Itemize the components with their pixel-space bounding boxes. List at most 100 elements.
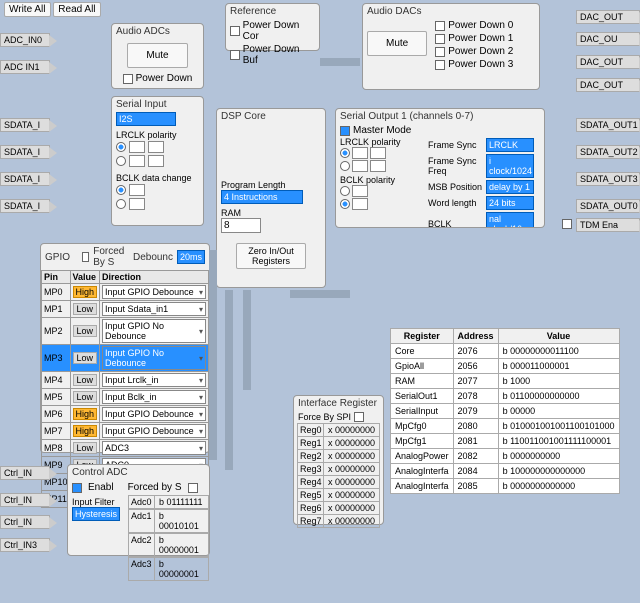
power-down-buf-label: Power Down Buf bbox=[243, 44, 315, 66]
register-table-cell: b 1000 bbox=[498, 374, 619, 389]
io-pin-right: DAC_OUT bbox=[576, 10, 640, 24]
dac-pd2-checkbox[interactable] bbox=[435, 47, 445, 57]
serial-output-title: Serial Output 1 (channels 0-7) bbox=[336, 109, 544, 124]
debounce-label: Debounc bbox=[133, 252, 173, 263]
reg-name: Reg5 bbox=[298, 489, 324, 501]
msb-select[interactable]: delay by 1 bbox=[486, 180, 534, 194]
bclk-radio1[interactable] bbox=[116, 185, 126, 195]
read-all-button[interactable]: Read All bbox=[53, 2, 100, 17]
control-adc-title: Control ADC bbox=[68, 465, 209, 480]
serial-input-title: Serial Input bbox=[112, 97, 203, 112]
reference-panel: Reference Power Down Cor Power Down Buf bbox=[225, 3, 320, 51]
gpio-pin-cell: MP5 bbox=[42, 389, 71, 406]
register-table-cell: GpioAll bbox=[391, 359, 454, 374]
so-lrclk-radio2[interactable] bbox=[340, 161, 350, 171]
lrclk-radio1[interactable] bbox=[116, 142, 126, 152]
register-table-cell: b 100000000000000 bbox=[498, 464, 619, 479]
adc-power-down-label: Power Down bbox=[136, 73, 193, 84]
so-bclk-radio2[interactable] bbox=[340, 199, 350, 209]
write-all-button[interactable]: Write All bbox=[4, 2, 51, 17]
forced-by-s-label: Forced By S bbox=[93, 246, 129, 268]
connection-line bbox=[209, 250, 217, 460]
register-table-cell: MpCfg0 bbox=[391, 419, 454, 434]
gpio-value-toggle[interactable]: Low bbox=[73, 442, 98, 454]
so-bclk-radio1[interactable] bbox=[340, 186, 350, 196]
register-table-cell: AnalogPower bbox=[391, 449, 454, 464]
gpio-header: Pin bbox=[42, 271, 71, 284]
dac-pd3-checkbox[interactable] bbox=[435, 60, 445, 70]
bclk-change-label: BCLK data change bbox=[112, 169, 203, 184]
zero-registers-button[interactable]: Zero In/Out Registers bbox=[236, 243, 306, 269]
bclk-freq-select[interactable]: nal clock/16 bbox=[486, 212, 534, 228]
gpio-direction-select[interactable]: Input Lrclk_in bbox=[102, 373, 206, 387]
adc-name: Adc3 bbox=[129, 558, 155, 580]
program-length-select[interactable]: 4 Instructions bbox=[221, 190, 303, 204]
gpio-pin-cell: MP2 bbox=[42, 318, 71, 345]
power-down-buf-checkbox[interactable] bbox=[230, 50, 240, 60]
serial-input-mode-select[interactable]: I2S bbox=[116, 112, 176, 126]
register-table-row: MpCfg02080b 010001001001100101000 bbox=[391, 419, 620, 434]
enable-checkbox[interactable] bbox=[72, 483, 82, 493]
gpio-direction-select[interactable]: Input GPIO No Debounce bbox=[102, 319, 206, 343]
bclk-radio2[interactable] bbox=[116, 199, 126, 209]
ram-input[interactable] bbox=[221, 218, 261, 233]
adc-mute-button[interactable]: Mute bbox=[127, 43, 187, 68]
power-down-cor-checkbox[interactable] bbox=[230, 26, 240, 36]
gpio-value-toggle[interactable]: Low bbox=[73, 352, 98, 364]
gpio-value-toggle[interactable]: High bbox=[73, 408, 98, 420]
reg-value: x 00000000 bbox=[326, 476, 377, 488]
dac-mute-button[interactable]: Mute bbox=[367, 31, 427, 56]
io-pin-right: DAC_OU bbox=[576, 32, 640, 46]
gpio-direction-select[interactable]: Input GPIO Debounce bbox=[102, 407, 206, 421]
enable-label: Enabl bbox=[88, 482, 114, 493]
audio-adc-title: Audio ADCs bbox=[112, 24, 203, 39]
io-pin-left: ADC_IN0 bbox=[0, 33, 50, 47]
lrclk-radio2[interactable] bbox=[116, 156, 126, 166]
so-lrclk-label: LRCLK polarity bbox=[336, 137, 428, 147]
gpio-direction-select[interactable]: Input GPIO Debounce bbox=[102, 285, 206, 299]
gpio-value-toggle[interactable]: High bbox=[73, 425, 98, 437]
waveform-icon bbox=[370, 160, 386, 172]
register-table-cell: 2080 bbox=[453, 419, 498, 434]
waveform-icon bbox=[129, 184, 145, 196]
gpio-value-toggle[interactable]: Low bbox=[73, 325, 98, 337]
dac-pd1-checkbox[interactable] bbox=[435, 34, 445, 44]
reg-name: Reg7 bbox=[298, 515, 324, 527]
gpio-direction-select[interactable]: Input GPIO No Debounce bbox=[102, 346, 206, 370]
framesync-freq-select[interactable]: i clock/1024 bbox=[486, 154, 534, 178]
gpio-direction-select[interactable]: Input Bclk_in bbox=[102, 390, 206, 404]
gpio-value-toggle[interactable]: Low bbox=[73, 374, 98, 386]
io-pin-right: TDM Ena bbox=[576, 218, 640, 232]
gpio-direction-select[interactable]: Input Sdata_in1 bbox=[102, 302, 206, 316]
register-table-cell: RAM bbox=[391, 374, 454, 389]
waveform-icon bbox=[129, 155, 145, 167]
forced-by-s-checkbox2[interactable] bbox=[188, 483, 198, 493]
gpio-direction-select[interactable]: ADC3 bbox=[102, 441, 206, 455]
tdm-ena-checkbox[interactable] bbox=[562, 219, 572, 229]
gpio-row: MP8LowADC3 bbox=[42, 440, 209, 457]
wordlen-select[interactable]: 24 bits bbox=[486, 196, 534, 210]
connection-line bbox=[320, 58, 360, 66]
dac-pd0-checkbox[interactable] bbox=[435, 21, 445, 31]
adc-value: b 00010101 bbox=[157, 510, 208, 532]
gpio-pin-cell: MP7 bbox=[42, 423, 71, 440]
so-lrclk-radio1[interactable] bbox=[340, 148, 350, 158]
gpio-direction-select[interactable]: Input GPIO Debounce bbox=[102, 424, 206, 438]
debounce-select[interactable]: 20ms bbox=[177, 250, 205, 264]
gpio-value-toggle[interactable]: High bbox=[73, 286, 98, 298]
adc-power-down-checkbox[interactable] bbox=[123, 74, 133, 84]
framesync-freq-label: Frame Sync Freq bbox=[428, 156, 484, 176]
gpio-value-toggle[interactable]: Low bbox=[73, 391, 98, 403]
master-mode-checkbox[interactable] bbox=[340, 126, 350, 136]
input-filter-select[interactable]: Hysteresis bbox=[72, 507, 120, 521]
framesync-select[interactable]: LRCLK bbox=[486, 138, 534, 152]
gpio-value-toggle[interactable]: Low bbox=[73, 303, 98, 315]
register-table: RegisterAddressValue Core2076b 000000000… bbox=[390, 328, 620, 494]
forced-by-s-checkbox[interactable] bbox=[82, 252, 89, 262]
register-table-cell: Core bbox=[391, 344, 454, 359]
force-by-spi-checkbox[interactable] bbox=[354, 412, 364, 422]
io-pin-right: SDATA_OUT1 bbox=[576, 118, 640, 132]
io-pin-left: SDATA_I bbox=[0, 199, 50, 213]
master-mode-label: Master Mode bbox=[353, 125, 411, 136]
audio-dac-title: Audio DACs bbox=[363, 4, 539, 19]
